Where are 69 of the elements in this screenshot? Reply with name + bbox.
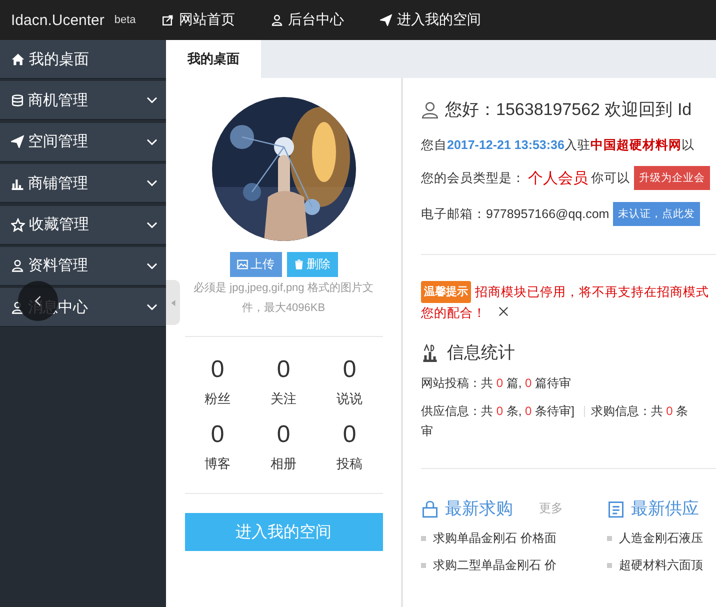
stat-count: 0 [210, 355, 224, 385]
beta-label: beta [114, 14, 136, 26]
user-icon [421, 100, 439, 118]
brand-name: Idacn.Ucenter [10, 12, 104, 28]
database-icon [11, 94, 24, 107]
stat-label: 投稿 [336, 455, 362, 473]
user-icon [11, 300, 24, 314]
stat-count: 0 [210, 420, 224, 450]
member-type: 个人会员 [528, 168, 588, 188]
list-bullet [421, 563, 426, 568]
section-title: 最新供应 [631, 498, 699, 520]
top-nav-link[interactable]: 网站首页 [162, 11, 235, 29]
clipboard-icon [607, 500, 625, 518]
greeting: 您好：15638197562 欢迎回到 Id [445, 99, 692, 121]
notice-text: 招商模块已停用，将不再支持在招商模式 [475, 284, 709, 301]
sidebar-item[interactable]: 收藏管理 [0, 206, 166, 245]
sidebar-item[interactable]: 商机管理 [0, 81, 166, 120]
list-link[interactable]: 求购二型单晶金刚石 价 [433, 557, 556, 574]
share-icon [162, 14, 174, 26]
section-title: 最新求购 [445, 498, 513, 520]
section-title: 信息统计 [447, 342, 515, 364]
join-info: 您自 2017-12-21 13:53:36入驻中国超硬材料网以 [421, 137, 694, 154]
member-type-label: 您的会员类型是： [421, 170, 525, 186]
list-bullet [421, 536, 426, 541]
trash-icon [294, 259, 304, 270]
sidebar-item[interactable]: 我的桌面 [0, 40, 166, 79]
ad-chart-icon [421, 344, 439, 362]
list-link[interactable]: 超硬材料六面顶 [619, 557, 703, 574]
stat-label: 粉丝 [204, 390, 230, 408]
stat-label: 相册 [270, 455, 296, 473]
stat-count: 0 [276, 420, 290, 450]
stat-count: 0 [342, 355, 356, 385]
sidebar-item[interactable]: 资料管理 [0, 246, 166, 286]
user-icon [11, 259, 24, 272]
stats-line: 网站投稿：共 0 篇, 0 篇待审 [421, 376, 572, 390]
stats-line: 求购信息：共 0 条 [590, 404, 688, 418]
send-icon [380, 14, 392, 26]
top-nav-link[interactable]: 后台中心 [270, 11, 344, 29]
upgrade-hint: 你可以 [591, 170, 630, 186]
user-icon [270, 14, 283, 26]
stats-line: 审 [421, 424, 433, 438]
sidebar-item[interactable]: 商铺管理 [0, 164, 166, 204]
send-icon [11, 135, 24, 148]
stat-count: 0 [342, 420, 356, 450]
list-bullet [607, 536, 612, 541]
home-icon [11, 52, 25, 66]
tab[interactable]: 我的桌面 [166, 40, 261, 78]
stat-label: 博客 [204, 455, 230, 473]
upload-hint: 必须是 jpg,jpeg,gif,png 格式的图片文件，最大4096KB [192, 280, 374, 316]
stat-label: 关注 [270, 390, 296, 408]
image-icon [236, 259, 248, 270]
stats-line: 供应信息：共 0 条, 0 条待审] [421, 404, 576, 418]
list-bullet [607, 563, 612, 568]
bar-chart-icon [11, 176, 24, 190]
stat-count: 0 [276, 355, 290, 385]
list-link[interactable]: 求购单晶金刚石 价格面 [433, 530, 556, 547]
email-label: 电子邮箱： [421, 206, 486, 222]
collapse-handle[interactable] [166, 280, 180, 325]
sidebar-item[interactable]: 空间管理 [0, 122, 166, 162]
notice-badge: 温馨提示 [421, 281, 471, 303]
star-icon [11, 218, 25, 232]
close-icon [498, 306, 509, 317]
upgrade-button[interactable]: 升级为企业会 [634, 166, 710, 190]
notice-text: 您的配合！ [421, 305, 486, 322]
bag-icon [421, 500, 439, 518]
top-nav-link[interactable]: 进入我的空间 [380, 11, 481, 29]
list-link[interactable]: 人造金刚石液压 [619, 530, 703, 547]
email-value: 9778957166@qq.com [486, 207, 610, 221]
stat-label: 说说 [336, 390, 362, 408]
